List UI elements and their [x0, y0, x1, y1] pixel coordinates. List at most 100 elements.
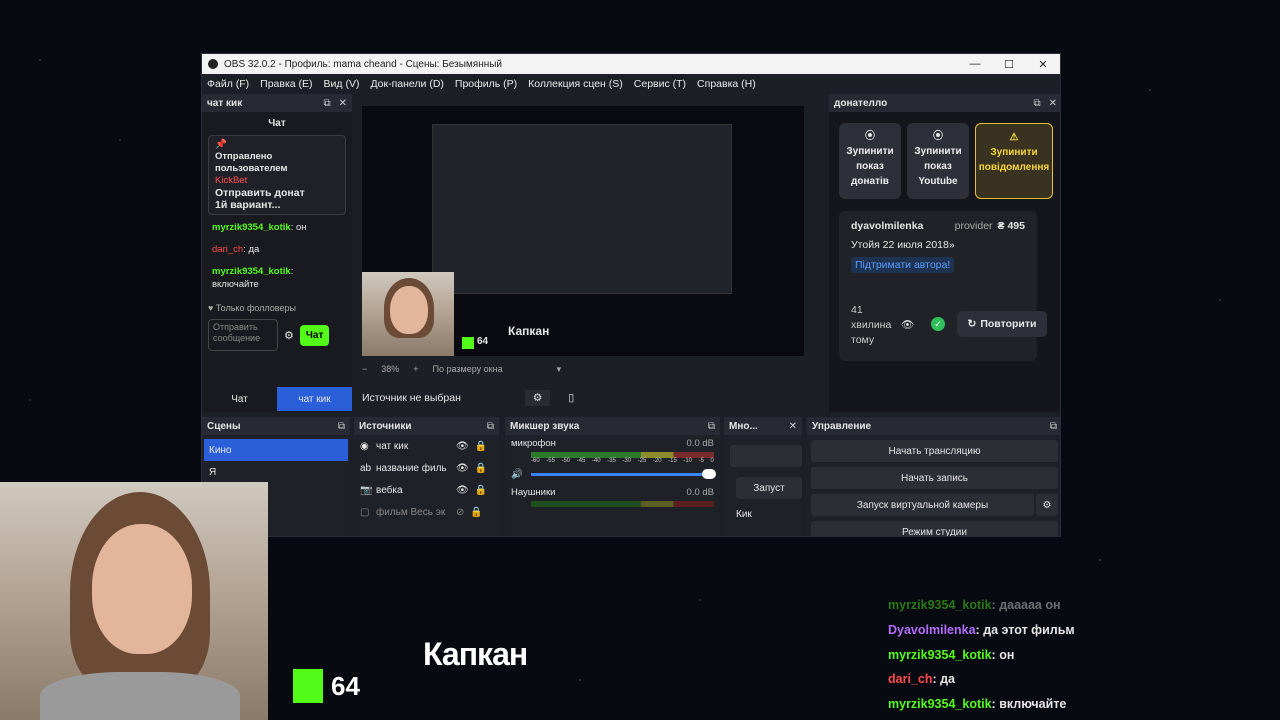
preview-canvas[interactable]: 64 Капкан: [362, 106, 804, 356]
zoom-in-button[interactable]: +: [413, 364, 418, 375]
eye-icon[interactable]: 👁: [456, 463, 469, 474]
pinned-user: KickBet: [215, 175, 248, 186]
chat-header: Чат: [268, 118, 286, 129]
eye-hidden-icon[interactable]: ⊘: [456, 507, 464, 518]
speaker-icon[interactable]: 🔊: [511, 469, 531, 480]
pinned-line2: пользователем: [215, 163, 288, 174]
zoom-out-button[interactable]: −: [362, 364, 367, 375]
eye-icon[interactable]: 👁: [456, 441, 469, 452]
start-recording-button[interactable]: Начать запись: [811, 467, 1058, 489]
lock-icon[interactable]: 🔒: [475, 441, 487, 452]
float-icon[interactable]: ⧉: [323, 98, 330, 109]
volume-slider[interactable]: [531, 469, 716, 479]
scenes-title: Сцены: [207, 420, 241, 432]
fit-select[interactable]: По размеру окна: [433, 364, 503, 375]
source-item[interactable]: ◉ чат кик 👁 🔒: [354, 435, 499, 457]
stop-youtube-button[interactable]: ⦿ Зупинити показ Youtube: [907, 123, 969, 199]
track-db: 0.0 dB: [686, 438, 714, 449]
virtual-camera-button[interactable]: Запуск виртуальной камеры: [811, 494, 1034, 516]
source-item[interactable]: ▢ фильм Весь эк ⊘ 🔒: [354, 501, 499, 523]
overlay-chat-line: myrzik9354_kotik: дааааа он: [888, 598, 1061, 612]
eye-icon[interactable]: 👁: [456, 485, 469, 496]
donation-card: dyavolmilenka provider ₴ 495 Утойя 22 ию…: [839, 211, 1047, 361]
sources-dock: Источники ⧉ ◉ чат кик 👁 🔒 ab название филь 👁 🔒 …: [354, 417, 499, 536]
obs-window: OBS 32.0.2 - Профиль: mama cheand - Сцен…: [201, 53, 1061, 537]
tab-chat[interactable]: Чат: [202, 387, 277, 411]
source-item[interactable]: 📷 вебка 👁 🔒: [354, 479, 499, 501]
support-author-link[interactable]: Підтримати автора!: [851, 257, 955, 273]
followers-only-label: ♥ Только фолловеры: [208, 303, 296, 313]
donate-dock-title: донателло: [834, 97, 888, 109]
track-db: 0.0 dB: [686, 487, 714, 498]
pinned-message[interactable]: 📌 Отправлено пользователем KickBet Отпра…: [208, 135, 346, 215]
gear-icon[interactable]: ⚙: [1036, 494, 1058, 516]
no-source-label: Источник не выбран: [362, 392, 461, 404]
track-name: Наушники: [511, 487, 556, 498]
lock-icon[interactable]: 🔒: [470, 507, 482, 518]
menu-docks[interactable]: Док-панели (D): [370, 78, 443, 90]
multistream-field[interactable]: [730, 445, 802, 467]
tab-chat-kick[interactable]: чат кик: [277, 387, 352, 411]
chat-input[interactable]: Отправить сообщение: [208, 319, 278, 351]
lock-icon[interactable]: 🔒: [475, 463, 487, 474]
eye-icon[interactable]: 👁: [901, 318, 914, 331]
close-icon[interactable]: ✕: [789, 421, 797, 432]
pinned-text1: Отправить донат: [215, 187, 305, 199]
stop-donations-button[interactable]: ⦿ Зупинити показ донатів: [839, 123, 901, 199]
overlay-kick-count: 64: [331, 671, 360, 701]
zoom-level: 38%: [381, 364, 400, 374]
controls-dock: Управление ⧉ Начать трансляцию Начать зап…: [807, 417, 1060, 536]
obs-logo-icon: [208, 59, 218, 69]
menu-file[interactable]: Файл (F): [207, 78, 249, 90]
scene-item[interactable]: Я: [202, 461, 350, 483]
stop-messages-button[interactable]: ⚠ Зупинити повідомлення: [975, 123, 1053, 199]
close-icon[interactable]: ✕: [339, 98, 347, 109]
repeat-button[interactable]: ↻ Повторити: [957, 311, 1047, 337]
kick-logo-icon: [462, 337, 474, 349]
close-icon[interactable]: ✕: [1049, 98, 1057, 109]
mixer-title: Микшер звука: [510, 420, 580, 432]
audio-mixer-dock: Микшер звука ⧉ микрофон 0.0 dB -60 -55 -50 -4…: [505, 417, 720, 536]
donor-name: dyavolmilenka: [851, 220, 924, 232]
filter-icon[interactable]: ▯: [568, 392, 574, 404]
chat-message: включайте: [212, 279, 259, 290]
overlay-chat: myrzik9354_kotik: дааааа он Dyavolmilenk…: [888, 598, 1075, 716]
overlay-chat-line: myrzik9354_kotik: включайте: [888, 696, 1067, 711]
close-icon[interactable]: ✕: [1026, 58, 1060, 71]
float-icon[interactable]: ⧉: [487, 421, 494, 432]
donate-dock-header: донателло ⧉ ✕: [829, 94, 1060, 112]
chat-message: dari_ch: да: [212, 244, 260, 255]
chat-send-button[interactable]: Чат: [299, 324, 330, 346]
camera-icon: 📷: [360, 484, 373, 496]
minimize-icon[interactable]: —: [958, 58, 992, 71]
menu-edit[interactable]: Правка (E): [260, 78, 312, 90]
float-icon[interactable]: ⧉: [1033, 98, 1040, 109]
scene-item[interactable]: Кино: [204, 439, 348, 461]
multistream-title: Мно...: [729, 420, 758, 432]
source-item[interactable]: ab название филь 👁 🔒: [354, 457, 499, 479]
overlay-chat-line: Dyavolmilenka: да этот фильм: [888, 623, 1075, 637]
time-ago: тому: [851, 334, 875, 346]
float-icon[interactable]: ⧉: [338, 421, 345, 432]
start-button[interactable]: Запуст: [736, 477, 802, 499]
menu-tools[interactable]: Сервис (T): [634, 78, 686, 90]
overlay-chat-line: dari_ch: да: [888, 672, 955, 686]
donate-dock: донателло ⧉ ✕ ⦿ Зупинити показ донатів ⦿ Зу…: [829, 94, 1060, 412]
webcam-preview: [362, 272, 454, 356]
overlay-chat-line: myrzik9354_kotik: он: [888, 647, 1015, 662]
start-streaming-button[interactable]: Начать трансляцию: [811, 440, 1058, 462]
menu-scene-collection[interactable]: Коллекция сцен (S): [528, 78, 623, 90]
menu-profile[interactable]: Профиль (P): [455, 78, 517, 90]
float-icon[interactable]: ⧉: [1050, 421, 1057, 432]
maximize-icon[interactable]: ☐: [992, 58, 1026, 71]
gear-icon[interactable]: ⚙: [284, 329, 294, 342]
gear-icon[interactable]: ⚙: [524, 390, 551, 406]
chevron-down-icon[interactable]: ▾: [557, 364, 562, 375]
preview-toolbar: − 38% + По размеру окна ▾: [362, 364, 561, 375]
studio-mode-button[interactable]: Режим студии: [811, 521, 1058, 536]
warning-icon: ⚠: [1009, 132, 1019, 143]
float-icon[interactable]: ⧉: [708, 421, 715, 432]
menu-view[interactable]: Вид (V): [324, 78, 360, 90]
menu-help[interactable]: Справка (H): [697, 78, 756, 90]
lock-icon[interactable]: 🔒: [475, 485, 487, 496]
